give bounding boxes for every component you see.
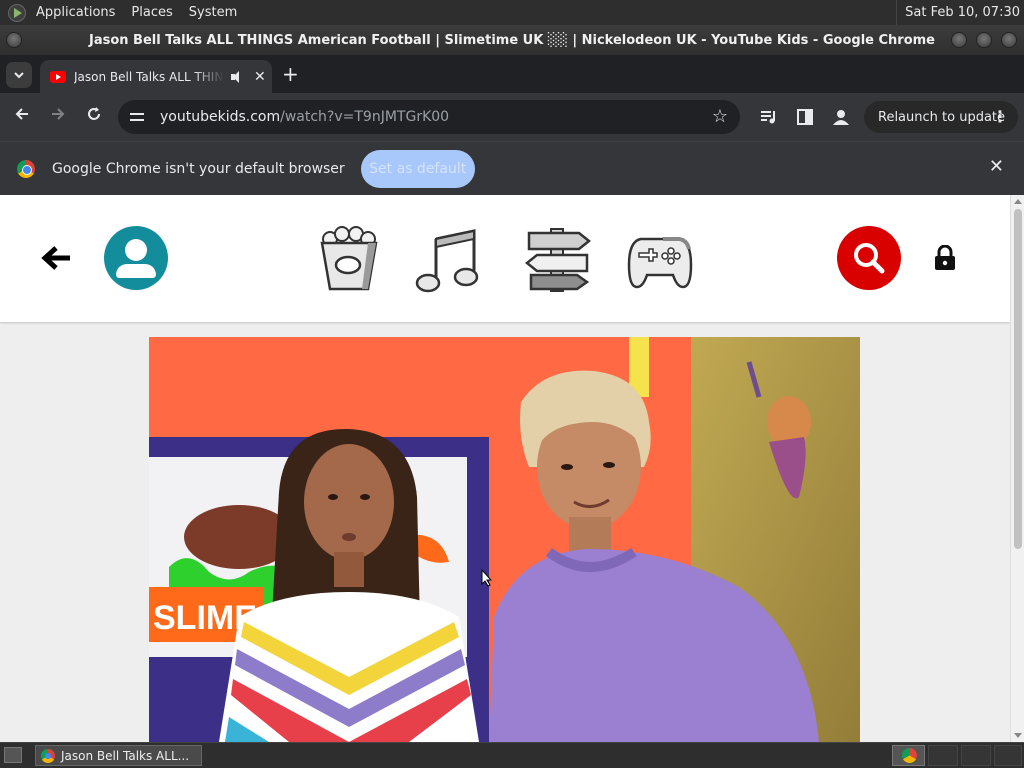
window-menu-icon[interactable]	[6, 32, 22, 48]
scrollbar-thumb[interactable]	[1014, 209, 1022, 549]
top-panel: Applications Places System Sat Feb 10, 0…	[0, 0, 1024, 25]
relaunch-button[interactable]: Relaunch to update ⋮	[864, 101, 1018, 133]
page-content: SLIME	[0, 195, 1010, 742]
window-title: Jason Bell Talks ALL THINGS American Foo…	[88, 32, 935, 48]
arrow-right-icon	[52, 108, 65, 120]
url-path: /watch?v=T9nJMTGrK00	[280, 109, 450, 125]
tab-close-icon[interactable]: ✕	[254, 69, 266, 85]
address-bar[interactable]: youtubekids.com/watch?v=T9nJMTGrK00 ☆	[118, 100, 740, 134]
url-host: youtubekids.com	[160, 109, 281, 125]
show-desktop-icon[interactable]	[4, 747, 22, 763]
search-icon	[854, 243, 885, 274]
reload-button[interactable]	[82, 105, 106, 129]
workspace-4[interactable]	[994, 745, 1022, 766]
scroll-down-icon[interactable]	[1014, 733, 1022, 738]
panel-menu: Applications Places System	[28, 0, 245, 25]
panel-clock[interactable]: Sat Feb 10, 07:30	[896, 0, 1020, 25]
audio-playing-icon[interactable]	[230, 70, 244, 84]
tab-strip: Jason Bell Talks ALL THINGS American Foo…	[0, 55, 1024, 93]
taskbar-window-button[interactable]: Jason Bell Talks ALL...	[35, 745, 202, 766]
mouse-cursor-icon	[481, 569, 493, 587]
explore-icon[interactable]	[525, 225, 591, 293]
back-button[interactable]	[10, 105, 34, 129]
chrome-icon	[41, 748, 55, 763]
browser-toolbar: youtubekids.com/watch?v=T9nJMTGrK00 ☆ Re…	[0, 93, 1024, 141]
arrow-left-icon	[15, 108, 28, 120]
default-browser-infobar: Google Chrome isn't your default browser…	[0, 141, 1024, 195]
window-titlebar[interactable]: Jason Bell Talks ALL THINGS American Foo…	[0, 25, 1024, 55]
bottom-taskbar: Jason Bell Talks ALL...	[0, 742, 1024, 768]
menu-system[interactable]: System	[181, 0, 245, 25]
workspace-chrome-button[interactable]	[892, 745, 925, 766]
menu-places[interactable]: Places	[123, 0, 180, 25]
maximize-icon[interactable]	[976, 32, 992, 48]
tab-title: Jason Bell Talks ALL THINGS American Foo…	[74, 69, 224, 84]
menu-applications[interactable]: Applications	[28, 0, 123, 25]
workspace-2[interactable]	[928, 745, 958, 766]
relaunch-label: Relaunch to update	[878, 109, 1006, 125]
bookmark-star-icon[interactable]: ☆	[712, 106, 728, 127]
set-default-button[interactable]: Set as default	[360, 149, 475, 188]
video-player[interactable]: SLIME	[149, 337, 860, 742]
video-frame: SLIME	[149, 337, 860, 742]
chrome-logo-icon	[17, 159, 35, 178]
infobar-close-icon[interactable]: ✕	[989, 156, 1004, 177]
gaming-icon[interactable]	[627, 225, 693, 293]
back-arrow-icon[interactable]	[40, 243, 74, 273]
infobar-message: Google Chrome isn't your default browser	[52, 160, 345, 177]
workspace-3[interactable]	[961, 745, 991, 766]
music-icon[interactable]	[414, 225, 480, 293]
reload-icon	[88, 107, 100, 120]
close-window-icon[interactable]	[1001, 32, 1017, 48]
shows-icon[interactable]	[316, 225, 382, 293]
search-button[interactable]	[837, 226, 901, 290]
media-controls-icon[interactable]	[758, 106, 780, 128]
site-info-icon[interactable]	[130, 110, 146, 124]
tab-active[interactable]: Jason Bell Talks ALL THINGS American Foo…	[40, 60, 272, 93]
forward-button[interactable]	[46, 105, 70, 129]
new-tab-button[interactable]: +	[282, 64, 299, 84]
minimize-icon[interactable]	[951, 32, 967, 48]
chevron-down-icon	[14, 72, 24, 79]
kebab-menu-icon[interactable]: ⋮	[992, 107, 1008, 126]
taskbar-window-label: Jason Bell Talks ALL...	[61, 748, 190, 763]
scroll-up-icon[interactable]	[1014, 199, 1022, 204]
kid-profile-avatar[interactable]	[104, 226, 168, 290]
avatar-head	[125, 239, 147, 261]
chrome-tray-icon	[902, 748, 917, 763]
youtube-kids-header	[0, 195, 1010, 322]
gnome-logo-icon[interactable]	[8, 3, 26, 22]
side-panel-icon[interactable]	[794, 106, 816, 128]
profile-icon[interactable]	[830, 106, 852, 128]
avatar-body	[116, 264, 156, 278]
parental-lock-icon[interactable]	[933, 245, 957, 271]
tab-search-button[interactable]	[6, 62, 32, 88]
youtube-favicon-icon	[50, 70, 66, 83]
page-scrollbar[interactable]	[1010, 195, 1024, 742]
